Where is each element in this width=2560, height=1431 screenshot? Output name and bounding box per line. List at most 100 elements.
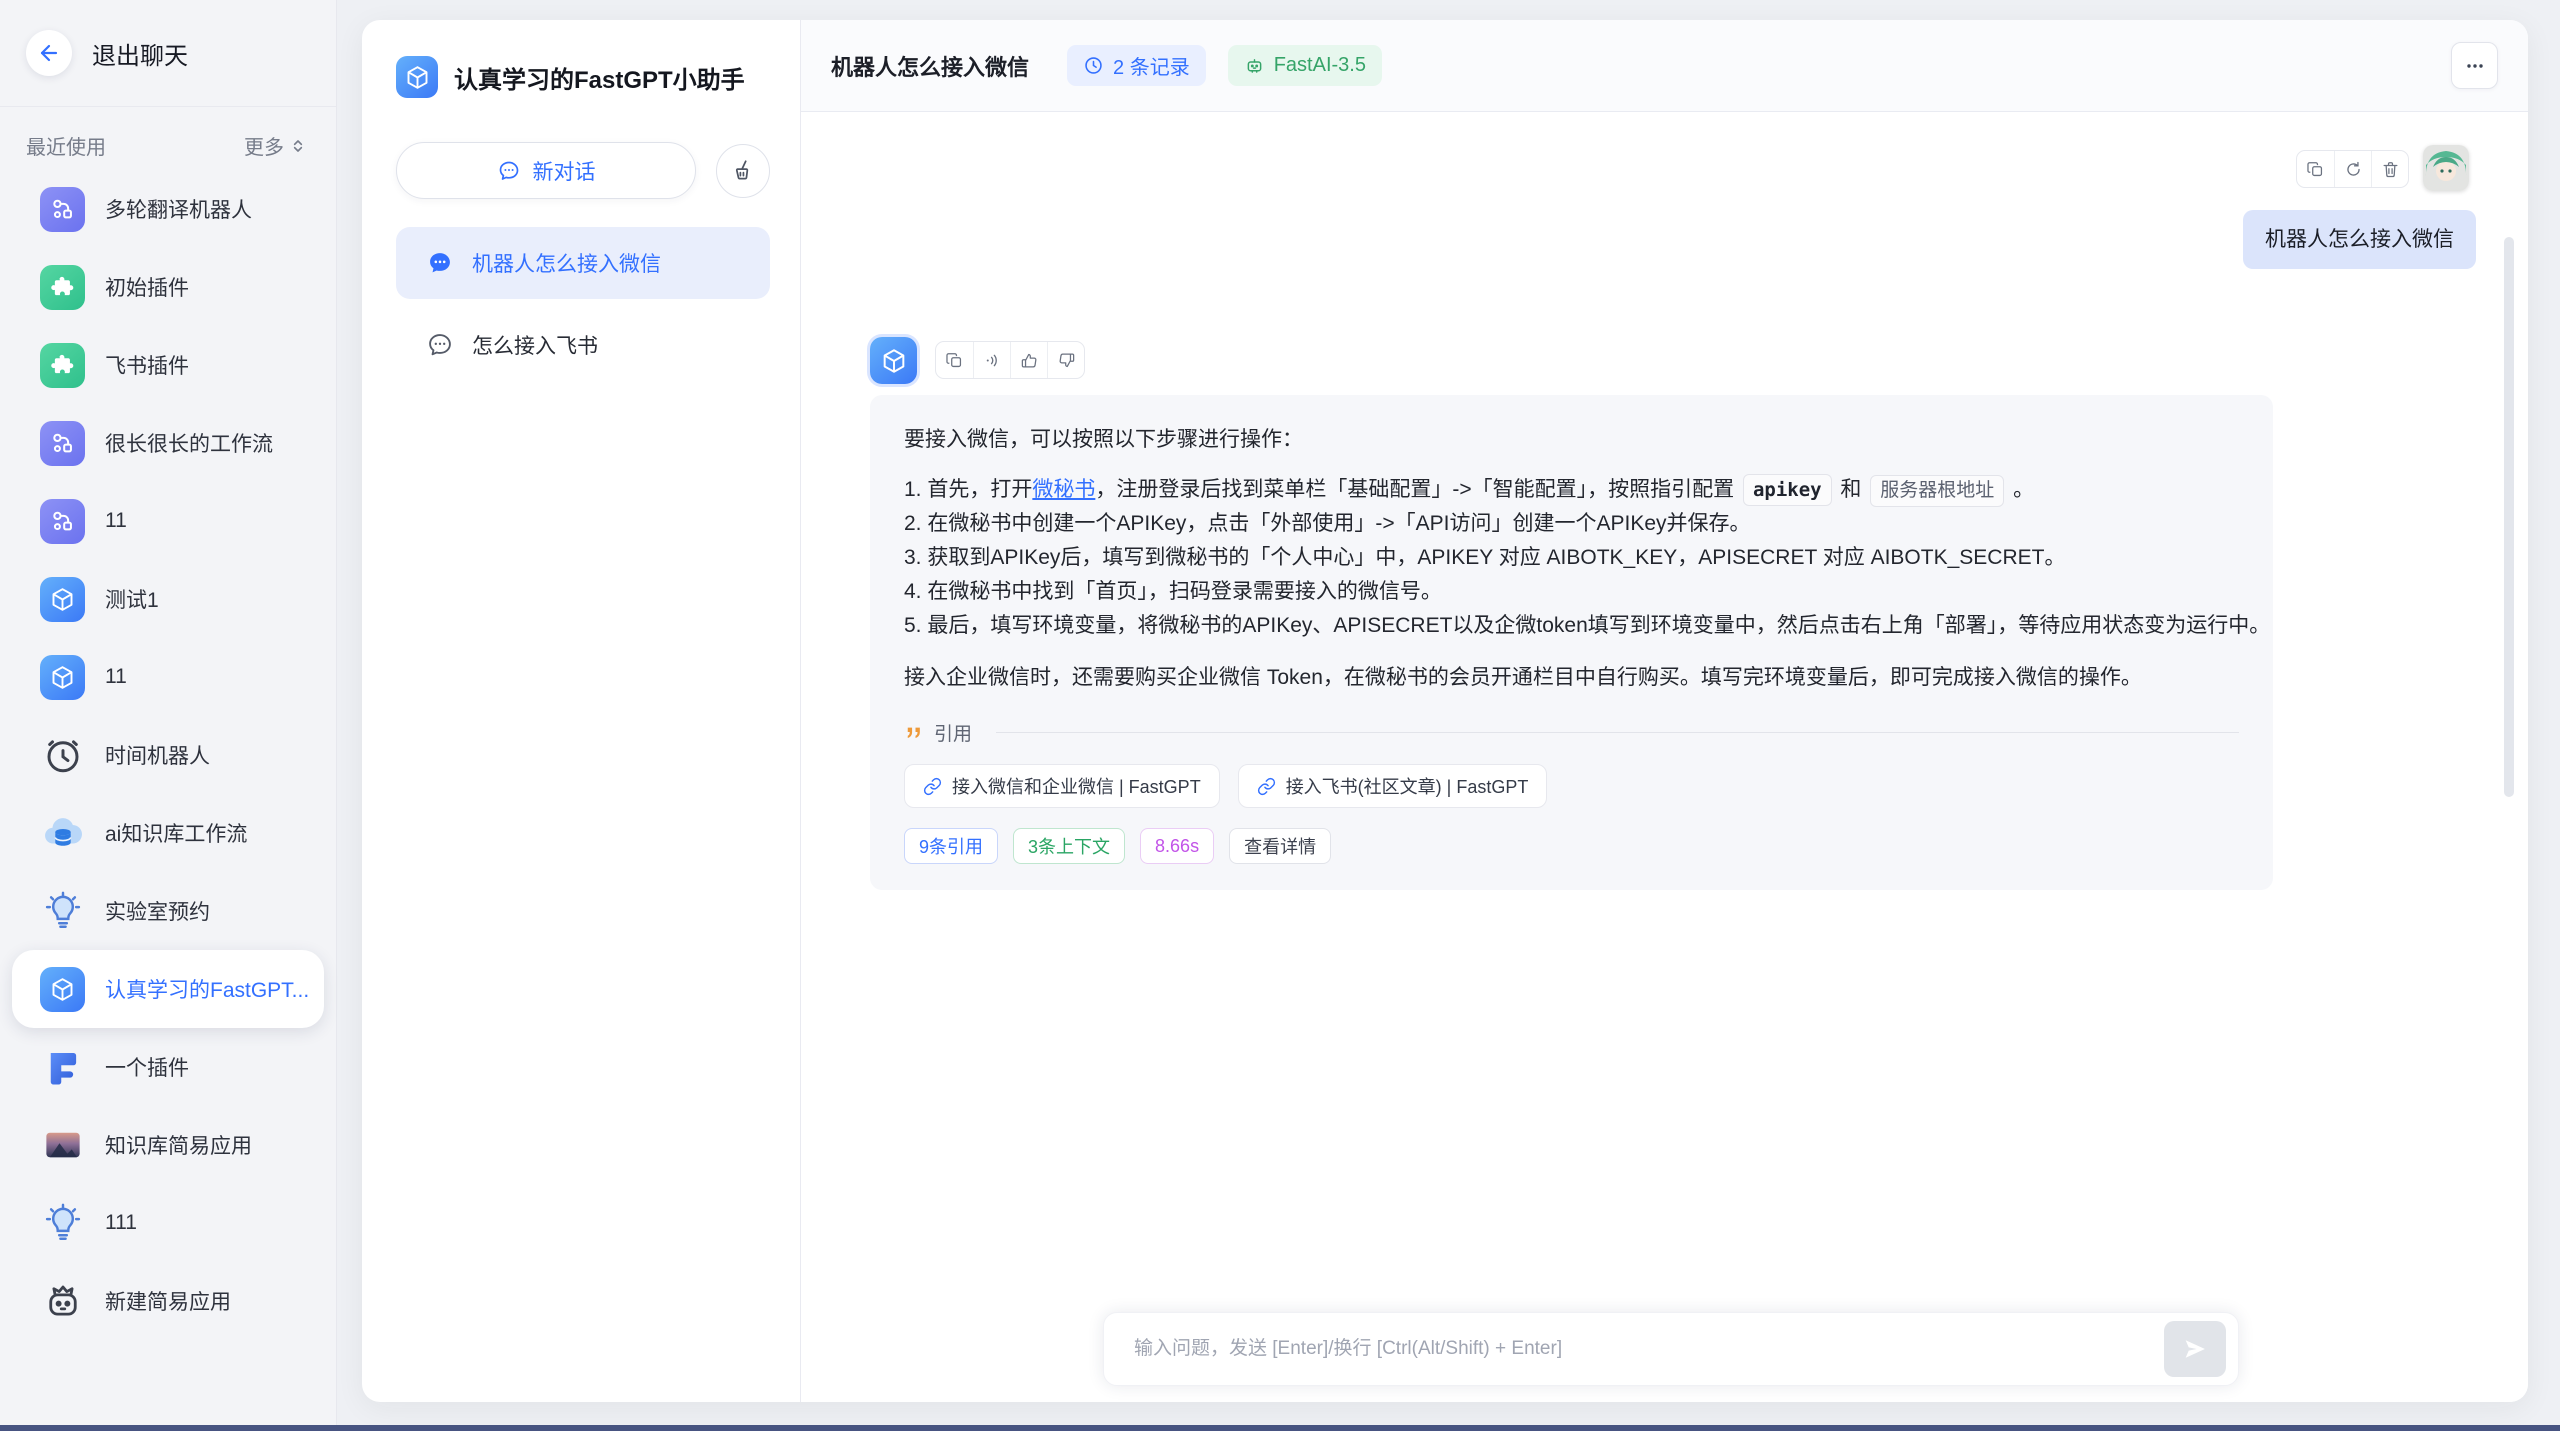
message-input[interactable] [1134, 1338, 2164, 1360]
sidebar-app-item[interactable]: 初始插件 [12, 248, 324, 326]
app-item-label: 测试1 [105, 584, 159, 614]
citation-link[interactable]: 接入微信和企业微信 | FastGPT [904, 764, 1220, 808]
more-button[interactable]: 更多 [244, 131, 308, 160]
history-panel: 认真学习的FastGPT小助手 新对话 机器人怎么接入微信 怎么接入飞书 [362, 20, 801, 1402]
citation-link[interactable]: 接入飞书(社区文章) | FastGPT [1238, 764, 1548, 808]
recent-section-header: 最近使用 更多 [26, 131, 308, 160]
sidebar-app-item[interactable]: 111 [12, 1184, 324, 1262]
read-aloud-icon [983, 351, 1002, 370]
app-item-label: 11 [105, 665, 127, 689]
app-item-label: 一个插件 [105, 1052, 189, 1082]
chat-outline-icon [426, 331, 454, 359]
chat-filled-icon [426, 249, 454, 277]
plugin-icon [40, 265, 85, 310]
model-badge: FastAI-3.5 [1228, 45, 1382, 86]
thumbs-up-button[interactable] [1010, 342, 1047, 378]
chat-panel: 机器人怎么接入微信 2 条记录 FastAI-3.5 [801, 20, 2528, 1402]
sidebar-app-item[interactable]: 新建简易应用 [12, 1262, 324, 1340]
send-button[interactable] [2164, 1321, 2226, 1377]
app-item-label: 11 [105, 509, 127, 533]
more-label: 更多 [244, 131, 284, 160]
thumbs-down-button[interactable] [1047, 342, 1084, 378]
sidebar-app-item[interactable]: 时间机器人 [12, 716, 324, 794]
sidebar-app-item[interactable]: 多轮翻译机器人 [12, 170, 324, 248]
sidebar-app-item[interactable]: 实验室预约 [12, 872, 324, 950]
chat-header: 机器人怎么接入微信 2 条记录 FastAI-3.5 [801, 20, 2528, 112]
photo-icon [40, 1123, 85, 1168]
cube-icon [40, 967, 85, 1012]
app-title: 认真学习的FastGPT小助手 [454, 60, 745, 95]
link-icon [1257, 777, 1276, 796]
bottom-edge-bar [0, 1425, 2560, 1431]
user-message-actions [2296, 150, 2409, 188]
response-meta-chip[interactable]: 3条上下文 [1013, 828, 1125, 864]
answer-intro: 要接入微信，可以按照以下步骤进行操作： [904, 423, 2239, 457]
thumbs-down-icon [1057, 351, 1076, 370]
answer-step-line: 5. 最后，填写环境变量，将微秘书的APIKey、APISECRET以及企微to… [904, 609, 2239, 643]
history-item-label: 怎么接入飞书 [472, 330, 598, 360]
cube-icon [880, 347, 908, 375]
quote-icon [904, 723, 924, 743]
chat-more-button[interactable] [2451, 42, 2498, 89]
ellipsis-icon [2463, 54, 2487, 78]
chat-history-item[interactable]: 机器人怎么接入微信 [396, 227, 770, 299]
response-meta-chip[interactable]: 8.66s [1140, 828, 1214, 864]
thumbs-up-icon [1020, 351, 1039, 370]
link-icon [923, 777, 942, 796]
delete-button[interactable] [2371, 151, 2408, 187]
cube-app-icon [396, 56, 438, 98]
robot-icon [40, 1279, 85, 1324]
chat-title: 机器人怎么接入微信 [831, 50, 1029, 82]
retry-icon [2344, 160, 2363, 179]
user-avatar [2423, 145, 2469, 191]
send-icon [2181, 1335, 2209, 1363]
cube-icon [40, 655, 85, 700]
cube-icon [40, 577, 85, 622]
app-item-label: 认真学习的FastGPT... [105, 974, 309, 1004]
regenerate-button[interactable] [2334, 151, 2371, 187]
exit-chat-button[interactable] [26, 30, 72, 76]
app-item-label: 新建简易应用 [105, 1286, 231, 1316]
sidebar-app-item[interactable]: 飞书插件 [12, 326, 324, 404]
sidebar-app-item[interactable]: 11 [12, 482, 324, 560]
app-item-label: 很长很长的工作流 [105, 428, 273, 458]
copy-button[interactable] [936, 342, 973, 378]
app-item-label: 时间机器人 [105, 740, 210, 770]
sidebar-app-item[interactable]: 认真学习的FastGPT... [12, 950, 324, 1028]
sidebar-app-item[interactable]: 很长很长的工作流 [12, 404, 324, 482]
answer-step-line: 1. 首先，打开微秘书，注册登录后找到菜单栏「基础配置」->「智能配置」，按照指… [904, 473, 2239, 507]
response-meta-chip[interactable]: 9条引用 [904, 828, 998, 864]
app-item-label: 初始插件 [105, 272, 189, 302]
sidebar-app-item[interactable]: ai知识库工作流 [12, 794, 324, 872]
broom-icon [730, 158, 756, 184]
new-chat-label: 新对话 [533, 156, 596, 186]
chat-messages: 机器人怎么接入微信 要接入微信，可以按照以下步骤进行操作： 1. 首先，打开微秘… [801, 112, 2528, 1402]
sidebar-app-item[interactable]: 知识库简易应用 [12, 1106, 324, 1184]
sidebar-app-item[interactable]: 一个插件 [12, 1028, 324, 1106]
trash-icon [2381, 160, 2400, 179]
citation-list: 接入微信和企业微信 | FastGPT 接入飞书(社区文章) | FastGPT [904, 764, 2239, 808]
plugin-icon [40, 343, 85, 388]
read-aloud-button[interactable] [973, 342, 1010, 378]
inline-link[interactable]: 微秘书 [1032, 478, 1095, 501]
bulb-icon [40, 889, 85, 934]
app-item-label: 知识库简易应用 [105, 1130, 252, 1160]
sidebar-app-item[interactable]: 11 [12, 638, 324, 716]
answer-paragraph: 接入企业微信时，还需要购买企业微信 Token，在微秘书的会员开通栏目中自行购买… [904, 661, 2239, 695]
app-item-label: ai知识库工作流 [105, 818, 247, 848]
scrollbar[interactable] [2504, 237, 2514, 797]
copy-button[interactable] [2297, 151, 2334, 187]
sidebar-title: 退出聊天 [92, 36, 188, 71]
response-meta-chip[interactable]: 查看详情 [1229, 828, 1331, 864]
sidebar-app-item[interactable]: 测试1 [12, 560, 324, 638]
clear-history-button[interactable] [716, 144, 770, 198]
app-item-label: 飞书插件 [105, 350, 189, 380]
records-badge: 2 条记录 [1067, 45, 1206, 86]
chat-history-item[interactable]: 怎么接入飞书 [396, 309, 770, 381]
workflow-icon [40, 421, 85, 466]
workflow-icon [40, 499, 85, 544]
new-chat-button[interactable]: 新对话 [396, 142, 696, 199]
citations-label: 引用 [934, 719, 972, 746]
app-sidebar: 退出聊天 最近使用 更多 多轮翻译机器人 初始插件 飞书插件 [0, 0, 337, 1425]
app-item-label: 实验室预约 [105, 896, 210, 926]
